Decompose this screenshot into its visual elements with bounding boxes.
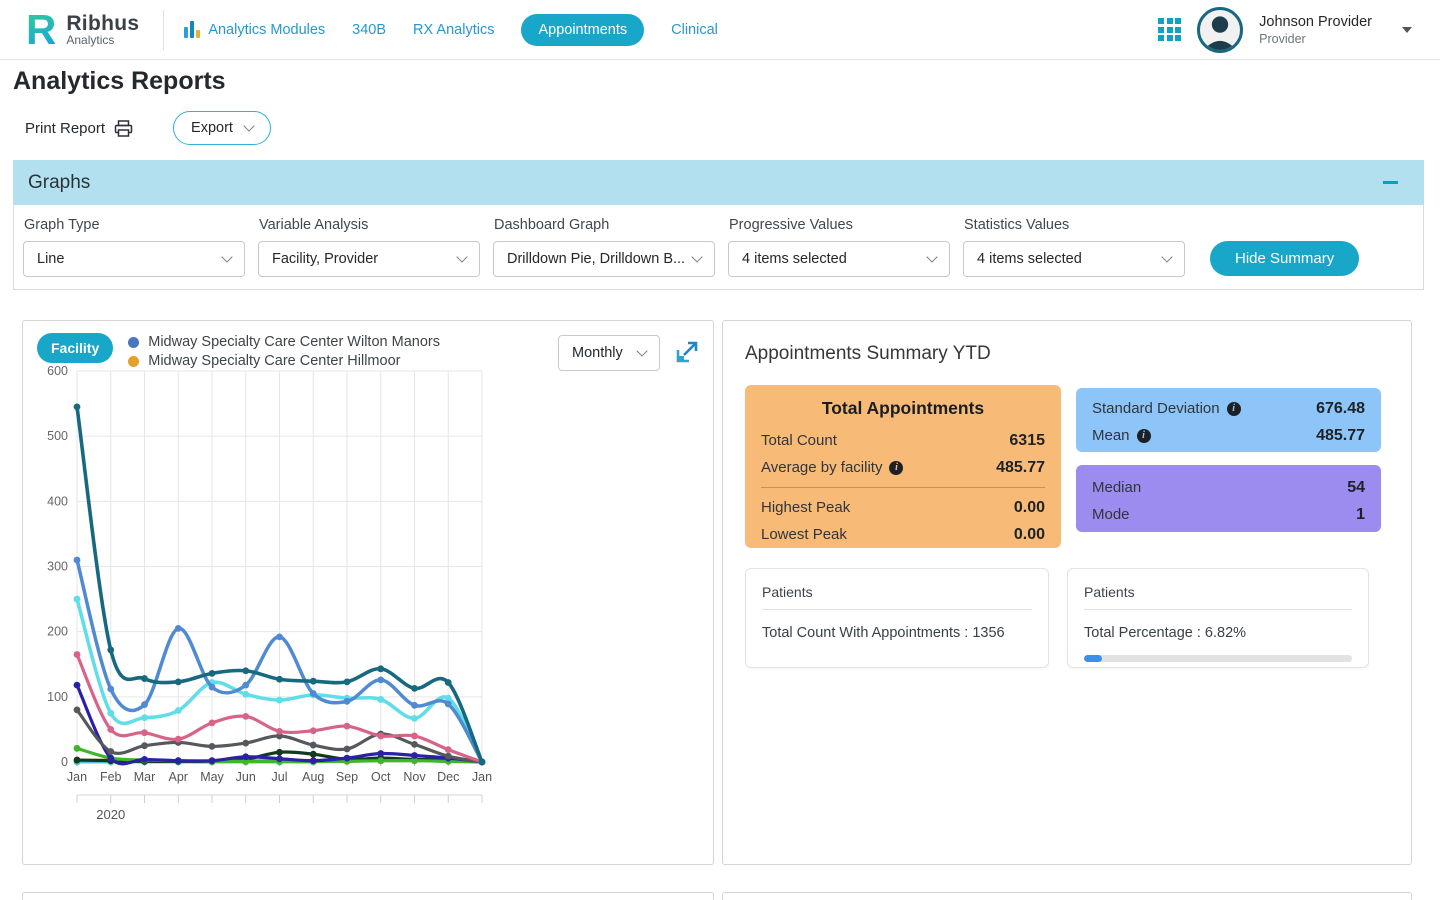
filter-graph-type: Graph Type Line	[23, 215, 245, 277]
variable-analysis-select[interactable]: Facility, Provider	[258, 241, 480, 277]
brand-logo[interactable]: R Ribhus Analytics	[26, 10, 139, 50]
filter-progressive-values: Progressive Values 4 items selected	[728, 215, 950, 277]
user-role: Provider	[1259, 32, 1372, 46]
person-icon	[1200, 10, 1240, 50]
nav-340b[interactable]: 340B	[352, 22, 386, 38]
chevron-down-icon	[636, 345, 647, 356]
svg-text:Feb: Feb	[100, 770, 122, 784]
progress-bar	[1084, 655, 1352, 662]
total-appointments-title: Total Appointments	[761, 398, 1045, 419]
chevron-down-icon	[456, 251, 467, 262]
facility-badge[interactable]: Facility	[37, 333, 113, 363]
apps-grid-icon[interactable]	[1158, 18, 1181, 41]
graphs-panel-body: Graph Type Line Variable Analysis Facili…	[13, 205, 1424, 290]
nav-rx-analytics[interactable]: RX Analytics	[413, 22, 494, 38]
progress-bar-fill	[1084, 655, 1102, 662]
svg-text:May: May	[200, 770, 224, 784]
chevron-down-icon	[1161, 251, 1172, 262]
info-icon[interactable]: i	[1137, 429, 1151, 443]
chevron-down-icon	[691, 251, 702, 262]
stat-row: Mode 1	[1092, 501, 1365, 528]
nav-appointments[interactable]: Appointments	[521, 14, 644, 46]
stat-row: Lowest Peak 0.00	[761, 521, 1045, 548]
median-mode-box: Median 54 Mode 1	[1076, 465, 1381, 532]
svg-text:Jul: Jul	[272, 770, 288, 784]
svg-text:Dec: Dec	[437, 770, 459, 784]
next-card-left	[22, 892, 714, 900]
stat-row: Highest Peak 0.00	[761, 494, 1045, 521]
svg-text:200: 200	[47, 625, 68, 639]
svg-text:Jun: Jun	[236, 770, 256, 784]
nav-analytics-modules[interactable]: Analytics Modules	[184, 21, 325, 38]
user-name: Johnson Provider	[1259, 14, 1372, 30]
std-mean-box: Standard Deviation i 676.48 Mean i 485.7…	[1076, 388, 1381, 452]
print-report-button[interactable]: Print Report	[25, 120, 133, 137]
svg-text:Oct: Oct	[371, 770, 391, 784]
expand-chart-icon[interactable]	[675, 340, 699, 369]
filter-dashboard-graph: Dashboard Graph Drilldown Pie, Drilldown…	[493, 215, 715, 277]
nav-clinical[interactable]: Clinical	[671, 22, 718, 38]
chart-legend: Midway Specialty Care Center Wilton Mano…	[128, 334, 440, 369]
svg-text:2020: 2020	[96, 807, 125, 822]
hide-summary-button[interactable]: Hide Summary	[1210, 241, 1359, 276]
info-icon[interactable]: i	[1227, 402, 1241, 416]
export-button[interactable]: Export	[173, 111, 271, 145]
statistics-values-select[interactable]: 4 items selected	[963, 241, 1185, 277]
graph-type-select[interactable]: Line	[23, 241, 245, 277]
legend-dot	[128, 356, 139, 367]
appointments-summary-card: Appointments Summary YTD Total Appointme…	[722, 320, 1412, 865]
appointments-line-chart[interactable]: 0100200300400500600JanFebMarAprMayJunJul…	[37, 357, 697, 857]
main-nav: Analytics Modules 340B RX Analytics Appo…	[184, 14, 718, 46]
chevron-down-icon	[221, 251, 232, 262]
dashboard-graph-select[interactable]: Drilldown Pie, Drilldown B...	[493, 241, 715, 277]
printer-icon	[114, 120, 133, 137]
user-info[interactable]: Johnson Provider Provider	[1259, 14, 1372, 46]
box-divider	[761, 487, 1045, 488]
progressive-values-select[interactable]: 4 items selected	[728, 241, 950, 277]
header-divider	[163, 10, 164, 50]
stat-row: Median 54	[1092, 474, 1365, 501]
patients-percentage-card: Patients Total Percentage : 6.82%	[1067, 568, 1369, 668]
svg-text:500: 500	[47, 429, 68, 443]
top-navbar: R Ribhus Analytics Analytics Modules 340…	[0, 0, 1440, 60]
svg-text:100: 100	[47, 690, 68, 704]
stat-row: Total Count 6315	[761, 427, 1045, 454]
stat-row: Standard Deviation i 676.48	[1092, 395, 1365, 422]
chevron-down-icon	[926, 251, 937, 262]
patients-count-card: Patients Total Count With Appointments :…	[745, 568, 1049, 668]
total-appointments-box: Total Appointments Total Count 6315 Aver…	[745, 385, 1061, 548]
graphs-panel-header[interactable]: Graphs	[13, 160, 1424, 205]
graphs-panel: Graphs Graph Type Line Variable Analysis…	[13, 160, 1424, 290]
graphs-panel-title: Graphs	[28, 172, 90, 194]
appointments-chart-card: Facility Midway Specialty Care Center Wi…	[22, 320, 714, 865]
user-dropdown-caret-icon[interactable]	[1402, 27, 1412, 33]
svg-text:300: 300	[47, 560, 68, 574]
svg-text:Mar: Mar	[134, 770, 156, 784]
filter-statistics-values: Statistics Values 4 items selected	[963, 215, 1185, 277]
period-select[interactable]: Monthly	[558, 335, 660, 371]
chevron-down-icon	[243, 120, 254, 131]
svg-text:Sep: Sep	[336, 770, 358, 784]
legend-item[interactable]: Midway Specialty Care Center Hillmoor	[128, 353, 440, 369]
summary-title: Appointments Summary YTD	[745, 343, 991, 365]
svg-text:0: 0	[61, 755, 68, 769]
collapse-icon[interactable]	[1383, 181, 1398, 184]
filter-variable-analysis: Variable Analysis Facility, Provider	[258, 215, 480, 277]
stat-row: Average by facility i 485.77	[761, 454, 1045, 481]
page-title: Analytics Reports	[13, 66, 1440, 96]
avatar[interactable]	[1197, 7, 1243, 53]
svg-text:Aug: Aug	[302, 770, 324, 784]
svg-text:Jan: Jan	[472, 770, 492, 784]
legend-item[interactable]: Midway Specialty Care Center Wilton Mano…	[128, 334, 440, 350]
svg-text:Nov: Nov	[403, 770, 426, 784]
legend-dot	[128, 337, 139, 348]
stat-row: Mean i 485.77	[1092, 422, 1365, 449]
info-icon[interactable]: i	[889, 461, 903, 475]
svg-text:400: 400	[47, 494, 68, 508]
svg-text:Jan: Jan	[67, 770, 87, 784]
next-card-right	[722, 892, 1412, 900]
brand-logo-icon: R	[26, 10, 56, 50]
svg-text:Apr: Apr	[169, 770, 188, 784]
bar-chart-icon	[184, 21, 200, 38]
